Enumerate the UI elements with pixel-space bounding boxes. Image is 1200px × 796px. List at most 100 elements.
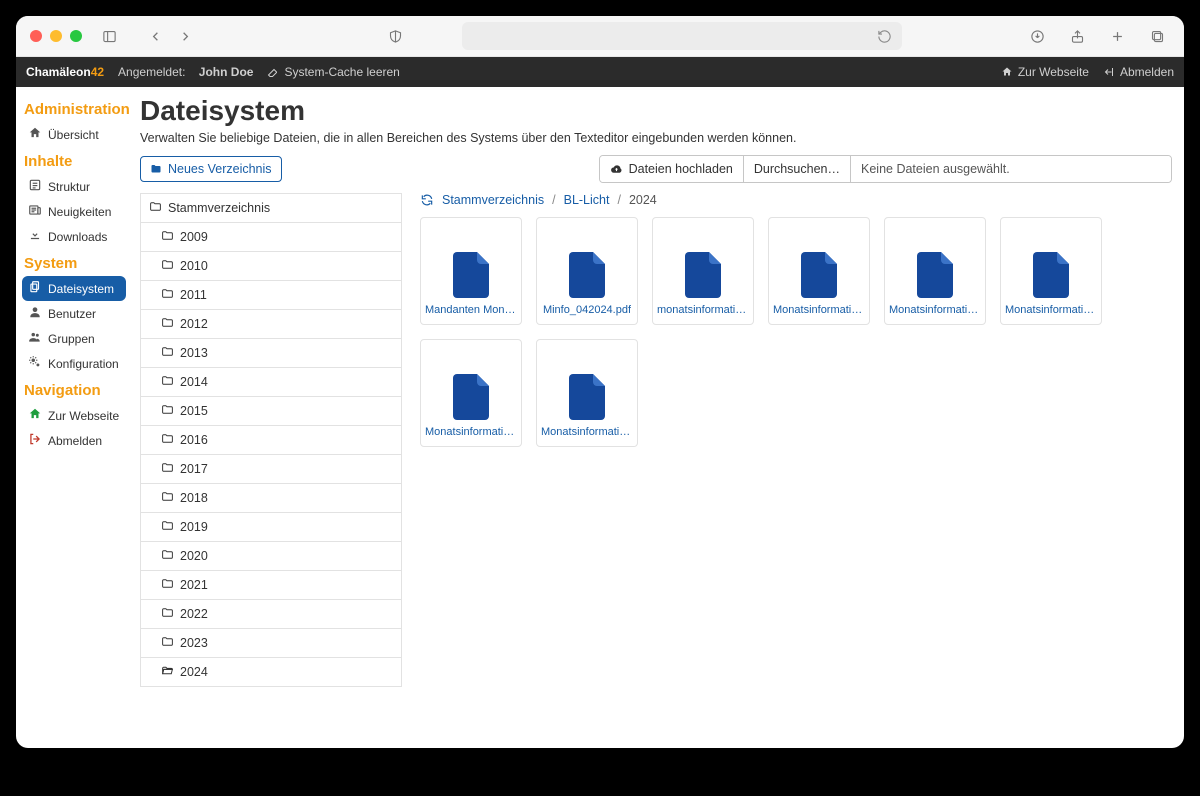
sidebar-item-konfiguration[interactable]: Konfiguration (22, 351, 126, 376)
tree-item[interactable]: 2021 (141, 571, 401, 600)
sidebar-item-label: Dateisystem (48, 282, 114, 296)
file-card[interactable]: Monatsinformation… (884, 217, 986, 325)
sidebar-item-abmelden[interactable]: Abmelden (22, 428, 126, 453)
sidebar-item-label: Neuigkeiten (48, 205, 111, 219)
tree-item[interactable]: 2022 (141, 600, 401, 629)
crumb-root[interactable]: Stammverzeichnis (442, 193, 544, 207)
browse-button[interactable]: Durchsuchen… (743, 156, 850, 182)
tree-item[interactable]: 2019 (141, 513, 401, 542)
tree-item-label: 2016 (180, 433, 208, 447)
tree-item[interactable]: 2009 (141, 223, 401, 252)
download-icon[interactable] (1024, 23, 1050, 49)
refresh-icon[interactable] (420, 193, 434, 207)
close-icon[interactable] (30, 30, 42, 42)
sidebar-toggle-icon[interactable] (96, 23, 122, 49)
tree-item-label: 2022 (180, 607, 208, 621)
brand-main: Chamäleon (26, 65, 91, 79)
tree-item-label: 2012 (180, 317, 208, 331)
tree-item[interactable]: 2011 (141, 281, 401, 310)
tree-item[interactable]: 2018 (141, 484, 401, 513)
maximize-icon[interactable] (70, 30, 82, 42)
folder-icon (161, 316, 174, 332)
sidebar-item-struktur[interactable]: Struktur (22, 174, 126, 199)
file-card[interactable]: Monatsinformation… (420, 339, 522, 447)
reload-icon[interactable] (877, 29, 892, 44)
file-name: Monatsinformation… (425, 426, 517, 438)
tree-item[interactable]: 2020 (141, 542, 401, 571)
download-icon (28, 228, 42, 245)
eraser-icon (267, 66, 279, 78)
brand-suffix: 42 (91, 65, 104, 79)
new-directory-button[interactable]: Neues Verzeichnis (140, 156, 282, 182)
user-icon (28, 305, 42, 322)
logout-button[interactable]: Abmelden (1103, 65, 1174, 79)
file-icon (569, 374, 605, 420)
back-icon[interactable] (142, 23, 168, 49)
file-icon (569, 252, 605, 298)
page-subtitle: Verwalten Sie beliebige Dateien, die in … (140, 131, 1172, 145)
tree-root[interactable]: Stammverzeichnis (141, 194, 401, 223)
sidebar-item-downloads[interactable]: Downloads (22, 224, 126, 249)
file-card[interactable]: Monatsinformation… (1000, 217, 1102, 325)
page-title: Dateisystem (140, 95, 1172, 127)
file-card[interactable]: Minfo_042024.pdf (536, 217, 638, 325)
to-website-button[interactable]: Zur Webseite (1001, 65, 1089, 79)
shield-icon[interactable] (382, 23, 408, 49)
main-content: Dateisystem Verwalten Sie beliebige Date… (134, 87, 1184, 748)
tree-item[interactable]: 2012 (141, 310, 401, 339)
home-icon (1001, 66, 1013, 78)
tree-item[interactable]: 2024 (141, 658, 401, 687)
folder-icon (149, 200, 162, 216)
tree-item[interactable]: 2017 (141, 455, 401, 484)
breadcrumb: Stammverzeichnis / BL-Licht / 2024 (420, 193, 1172, 207)
folder-icon (161, 345, 174, 361)
tree-item[interactable]: 2016 (141, 426, 401, 455)
sidebar-item-label: Downloads (48, 230, 107, 244)
file-name: Monatsinformation… (773, 304, 865, 316)
sidebar-item-gruppen[interactable]: Gruppen (22, 326, 126, 351)
cogs-icon (28, 355, 42, 372)
clear-cache-button[interactable]: System-Cache leeren (267, 65, 399, 79)
crumb-mid[interactable]: BL-Licht (564, 193, 610, 207)
tabs-icon[interactable] (1144, 23, 1170, 49)
file-card[interactable]: monatsinformation… (652, 217, 754, 325)
list-icon (28, 178, 42, 195)
file-card[interactable]: Monatsinformation… (768, 217, 870, 325)
user-name: John Doe (199, 65, 254, 79)
file-name: monatsinformation… (657, 304, 749, 316)
folder-icon (161, 635, 174, 651)
sidebar-item-neuigkeiten[interactable]: Neuigkeiten (22, 199, 126, 224)
new-tab-icon[interactable] (1104, 23, 1130, 49)
folder-icon (161, 258, 174, 274)
brand[interactable]: Chamäleon42 (26, 65, 104, 79)
tree-item[interactable]: 2023 (141, 629, 401, 658)
folder-icon (161, 374, 174, 390)
tree-item-label: 2024 (180, 665, 208, 679)
tree-item-label: 2021 (180, 578, 208, 592)
sidebar-item-zur-webseite[interactable]: Zur Webseite (22, 403, 126, 428)
file-card[interactable]: Mandanten Monat… (420, 217, 522, 325)
sidebar-item-übersicht[interactable]: Übersicht (22, 122, 126, 147)
section-title: System (24, 255, 124, 272)
url-bar[interactable] (462, 22, 902, 50)
tree-item[interactable]: 2010 (141, 252, 401, 281)
tree-item[interactable]: 2015 (141, 397, 401, 426)
sidebar-item-label: Zur Webseite (48, 409, 119, 423)
sidebar-item-benutzer[interactable]: Benutzer (22, 301, 126, 326)
sidebar-item-label: Konfiguration (48, 357, 119, 371)
folder-icon (161, 403, 174, 419)
minimize-icon[interactable] (50, 30, 62, 42)
file-card[interactable]: Monatsinformation… (536, 339, 638, 447)
tree-item[interactable]: 2013 (141, 339, 401, 368)
files-icon (28, 280, 42, 297)
tree-item-label: 2015 (180, 404, 208, 418)
forward-icon[interactable] (172, 23, 198, 49)
section-title: Inhalte (24, 153, 124, 170)
sidebar-item-dateisystem[interactable]: Dateisystem (22, 276, 126, 301)
nav-buttons (142, 23, 198, 49)
upload-button[interactable]: Dateien hochladen (600, 156, 743, 182)
tree-item[interactable]: 2014 (141, 368, 401, 397)
browser-chrome (16, 16, 1184, 57)
share-icon[interactable] (1064, 23, 1090, 49)
tree-item-label: 2010 (180, 259, 208, 273)
